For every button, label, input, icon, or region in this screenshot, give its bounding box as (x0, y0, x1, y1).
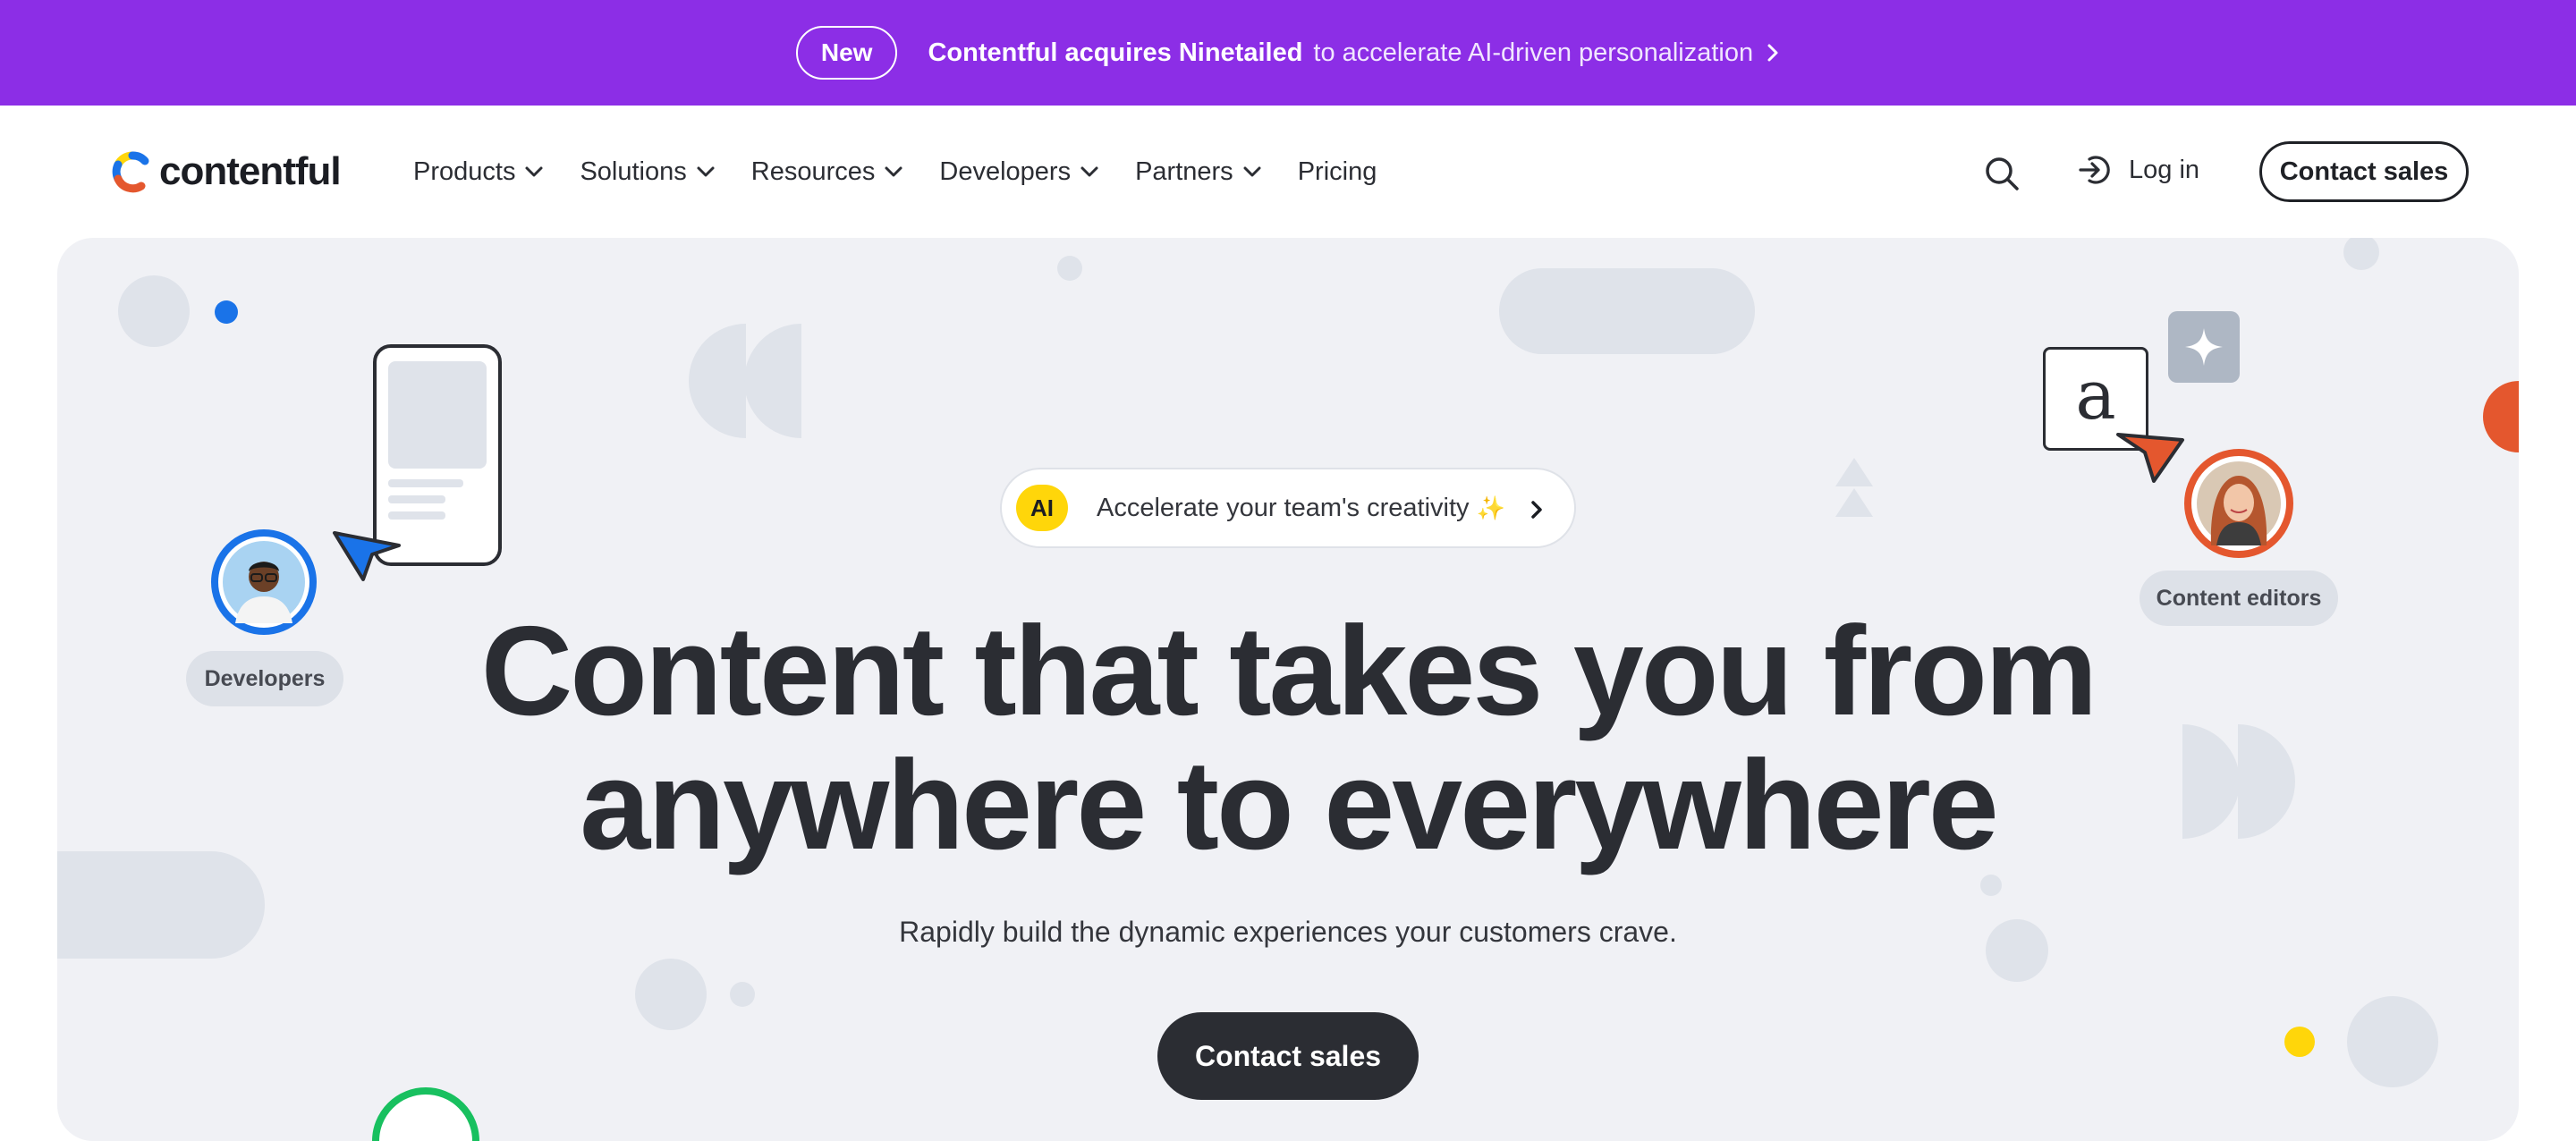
ai-announcement-pill[interactable]: AI Accelerate your team's creativity ✨ (1000, 468, 1576, 548)
decor-yellow-dot (2284, 1027, 2315, 1057)
chevron-down-icon (524, 165, 544, 178)
decor-circle (635, 959, 707, 1030)
announcement-banner[interactable]: New Contentful acquires Ninetailed to ac… (0, 0, 2576, 106)
decor-quote-shape (689, 324, 801, 438)
nav-item-pricing[interactable]: Pricing (1298, 157, 1377, 187)
typography-card-letter: a (2075, 355, 2116, 435)
logo-wordmark: contentful (159, 149, 342, 193)
main-navbar: contentful Products Solutions Resources … (0, 106, 2576, 238)
login-link[interactable]: Log in (2077, 152, 2199, 188)
nav-item-resources[interactable]: Resources (751, 157, 904, 187)
search-icon[interactable] (1982, 154, 2021, 193)
banner-headline: Contentful acquires Ninetailed (928, 38, 1303, 67)
content-editor-avatar (2184, 449, 2293, 558)
chevron-down-icon (1242, 165, 1262, 178)
login-label: Log in (2129, 155, 2200, 184)
chevron-right-icon (1530, 499, 1544, 520)
login-icon (2079, 156, 2110, 184)
contact-sales-nav-button[interactable]: Contact sales (2259, 141, 2469, 202)
nav-item-label: Partners (1135, 156, 1233, 186)
hero-headline-line: anywhere to everywhere (580, 734, 1999, 876)
marketer-avatar (372, 1087, 479, 1141)
nav-item-label: Resources (750, 156, 876, 186)
chevron-down-icon (696, 165, 716, 178)
decor-orange-halfcircle (2483, 381, 2519, 452)
decor-pill (1499, 268, 1755, 354)
banner-content[interactable]: New Contentful acquires Ninetailed to ac… (795, 26, 1780, 80)
nav-item-partners[interactable]: Partners (1135, 157, 1262, 187)
decor-circle (2343, 238, 2379, 270)
contentful-logo-icon (112, 151, 149, 193)
decor-circle (1980, 875, 2002, 896)
primary-menu: Products Solutions Resources Developers … (413, 106, 1412, 238)
nav-item-products[interactable]: Products (413, 157, 544, 187)
cursor-pointer-icon (333, 531, 401, 581)
decor-circle (2347, 996, 2438, 1087)
decor-triangles (1835, 458, 1873, 517)
nav-item-label: Developers (939, 156, 1072, 186)
ai-pill-text: Accelerate your team's creativity (1097, 493, 1470, 522)
nav-item-label: Pricing (1297, 156, 1377, 186)
decor-blue-dot (215, 300, 238, 324)
new-badge: New (795, 26, 898, 80)
content-editor-avatar-image (2197, 461, 2281, 545)
contact-sales-hero-button[interactable]: Contact sales (1157, 1012, 1419, 1100)
nav-item-developers[interactable]: Developers (939, 157, 1099, 187)
decor-circle (730, 982, 755, 1007)
banner-text: to accelerate AI-driven personalization (1313, 38, 1754, 67)
decor-circle (1057, 256, 1082, 281)
nav-item-solutions[interactable]: Solutions (580, 157, 715, 187)
chevron-down-icon (884, 165, 903, 178)
chevron-down-icon (1080, 165, 1099, 178)
sparkles-icon: ✨ (1476, 494, 1505, 521)
cursor-pointer-icon (2116, 433, 2184, 483)
hero-headline: Content that takes you from anywhere to … (0, 604, 2576, 873)
decor-circle (118, 275, 190, 347)
sparkle-icon (2168, 311, 2240, 383)
hero-headline-line: Content that takes you from (480, 600, 2098, 742)
hero-subheadline: Rapidly build the dynamic experiences yo… (899, 916, 1677, 948)
nav-item-label: Products (413, 156, 516, 186)
ai-badge: AI (1016, 485, 1068, 531)
chevron-right-icon (1766, 42, 1780, 63)
contentful-logo[interactable]: contentful (109, 148, 342, 195)
nav-item-label: Solutions (580, 156, 687, 186)
